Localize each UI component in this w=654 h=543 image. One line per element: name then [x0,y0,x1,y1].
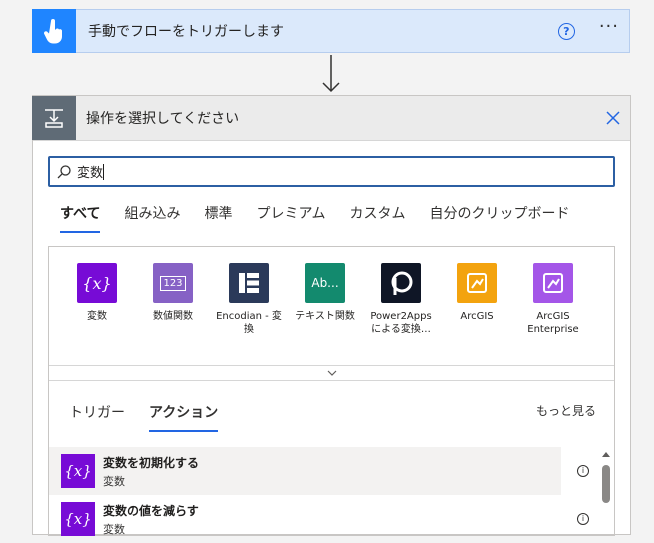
trigger-action-tabs: トリガー アクション [69,402,242,432]
search-icon [57,164,71,178]
choose-operation-header: 操作を選択してください [32,95,630,141]
connector-arcgis[interactable]: ArcGIS [439,263,515,336]
close-icon[interactable] [606,111,620,125]
tab-premium[interactable]: プレミアム [256,203,325,233]
choose-operation-card: 操作を選択してください すべて 組み込み 標準 プレミアム カスタム 自分のクリ… [32,95,631,536]
scrollbar-thumb[interactable] [602,465,610,503]
hand-touch-icon [32,8,76,53]
category-tabs: すべて 組み込み 標準 プレミアム カスタム 自分のクリップボード [60,203,594,233]
action-title: 変数を初期化する [103,455,200,470]
connector-label: ArcGIS Enterprise [527,311,579,335]
action-item-initialize-variable[interactable]: {x} 変数を初期化する 変数 i [49,447,589,495]
tab-my-clipboard[interactable]: 自分のクリップボード [430,203,570,233]
search-input[interactable] [77,164,105,179]
connector-arcgis-enterprise[interactable]: ArcGIS Enterprise [515,263,591,336]
connector-grid: {x} 変数 123 数値関数 Encodian - 変換 Ab... テキスト… [59,263,591,336]
action-subtitle: 変数 [103,474,125,488]
connector-label: Encodian - 変換 [216,311,282,335]
expand-connectors-toggle[interactable] [49,365,614,381]
tab-triggers[interactable]: トリガー [69,402,125,432]
chevron-down-icon [327,370,336,376]
connector-label: Power2Apps による変換… [370,311,432,335]
connector-label: 変数 [87,311,107,322]
text-caret [103,163,104,180]
search-box[interactable] [48,156,615,187]
variables-icon: {x} [77,263,117,303]
connector-number-functions[interactable]: 123 数値関数 [135,263,211,336]
trigger-card[interactable]: 手動でフローをトリガーします ? ··· [32,8,630,53]
more-options-icon[interactable]: ··· [599,18,619,40]
action-title: 変数の値を減らす [103,503,199,518]
connector-encodian[interactable]: Encodian - 変換 [211,263,287,336]
connector-label: 数値関数 [153,311,193,322]
arcgis-icon [457,263,497,303]
info-icon[interactable]: i [577,465,589,477]
operation-icon [32,95,76,140]
see-more-link[interactable]: もっと見る [536,402,596,419]
scroll-up-arrow-icon[interactable] [602,452,610,457]
connector-power2apps[interactable]: Power2Apps による変換… [363,263,439,336]
tab-built-in[interactable]: 組み込み [124,203,180,233]
connector-variables[interactable]: {x} 変数 [59,263,135,336]
tab-all[interactable]: すべて [60,203,101,233]
number-functions-icon: 123 [153,263,193,303]
connector-text-functions[interactable]: Ab... テキスト関数 [287,263,363,336]
action-item-decrement-variable[interactable]: {x} 変数の値を減らす 変数 i [49,495,589,543]
encodian-icon [229,263,269,303]
flow-connector-arrow-icon [322,55,340,93]
connector-label: ArcGIS [460,311,494,322]
tab-actions[interactable]: アクション [149,402,219,432]
tab-custom[interactable]: カスタム [350,203,406,233]
connectors-panel: {x} 変数 123 数値関数 Encodian - 変換 Ab... テキスト… [48,246,615,536]
power2apps-icon [381,263,421,303]
connector-label: テキスト関数 [295,311,355,322]
arcgis-enterprise-icon [533,263,573,303]
choose-operation-title: 操作を選択してください [86,111,240,127]
variables-icon: {x} [61,502,95,536]
info-icon[interactable]: i [577,513,589,525]
text-functions-icon: Ab... [305,263,345,303]
trigger-title: 手動でフローをトリガーします [88,24,284,40]
tab-standard[interactable]: 標準 [204,203,232,233]
variables-icon: {x} [61,454,95,488]
help-icon[interactable]: ? [557,22,575,40]
